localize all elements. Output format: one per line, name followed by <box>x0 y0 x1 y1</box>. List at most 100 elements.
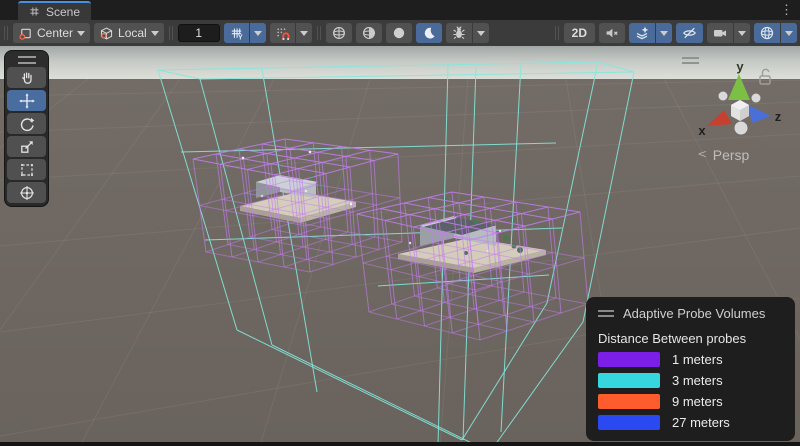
panel-subtitle: Distance Between probes <box>598 331 783 346</box>
grid-axis-icon: Y <box>229 26 244 41</box>
camera-icon <box>712 25 728 41</box>
gizmo-x-label: x <box>698 123 706 138</box>
tab-label: Scene <box>46 5 80 19</box>
effects-button[interactable] <box>629 23 655 43</box>
gizmo-z-axis-cone[interactable] <box>748 105 771 123</box>
tool-move[interactable] <box>7 90 46 111</box>
filled-circle-icon <box>391 25 407 41</box>
legend-row: 1 meters <box>598 352 783 367</box>
toolbar-drag-handle[interactable] <box>4 26 8 40</box>
pivot-mode-button[interactable]: Center <box>13 23 90 43</box>
camera-dropdown[interactable] <box>734 23 750 43</box>
persp-label: Persp <box>713 147 750 163</box>
legend-label: 9 meters <box>672 394 723 409</box>
sky <box>0 46 800 80</box>
legend-row: 3 meters <box>598 373 783 388</box>
legend-rows: 1 meters 3 meters 9 meters 27 meters <box>598 352 783 430</box>
toolbar-group-handle[interactable] <box>555 26 559 40</box>
debug-bug-dropdown[interactable] <box>473 23 489 43</box>
2d-label: 2D <box>572 26 587 40</box>
orientation-gizmo[interactable]: y x z <box>690 60 800 156</box>
panel-title: Adaptive Probe Volumes <box>623 306 765 321</box>
svg-text:Y: Y <box>238 34 243 40</box>
chevron-down-icon <box>738 31 746 36</box>
snap-settings-button[interactable] <box>270 23 295 43</box>
panel-header: Adaptive Probe Volumes <box>598 306 783 321</box>
orientation-gizmo-button[interactable] <box>754 23 780 43</box>
window-bottom-edge <box>0 442 800 446</box>
toolbar-group-handle[interactable] <box>169 26 173 40</box>
grid-visibility-dropdown[interactable] <box>250 23 266 43</box>
legend-label: 1 meters <box>672 352 723 367</box>
gizmo-arm <box>735 122 748 135</box>
effects-dropdown[interactable] <box>656 23 672 43</box>
tool-transform[interactable] <box>7 182 46 203</box>
tool-rotate[interactable] <box>7 113 46 134</box>
gizmo-arm <box>752 94 761 103</box>
cube-icon <box>99 26 114 41</box>
bug-icon <box>451 25 467 41</box>
globe-half-icon <box>361 25 377 41</box>
tab-bar: Scene ⋮ <box>0 0 800 20</box>
grid-visibility-button[interactable]: Y <box>224 23 249 43</box>
toolbar-group-handle[interactable] <box>317 26 321 40</box>
orientation-gizmo-dropdown[interactable] <box>781 23 797 43</box>
legend-swatch <box>598 352 660 367</box>
snap-magnet-icon <box>275 26 290 41</box>
unity-scene-window: Scene ⋮ Center Local <box>0 0 800 446</box>
tool-hand[interactable] <box>7 67 46 88</box>
legend-label: 27 meters <box>672 415 730 430</box>
legend-row: 9 meters <box>598 394 783 409</box>
effects-layers-icon <box>634 25 650 41</box>
scene-viewport[interactable]: y x z < Persp <box>0 46 800 446</box>
orientation-button[interactable]: Local <box>94 23 164 43</box>
moon-toggle-button[interactable] <box>416 23 442 43</box>
snap-settings-dropdown[interactable] <box>296 23 312 43</box>
chevron-down-icon <box>477 31 485 36</box>
grid-size-input[interactable] <box>178 24 220 42</box>
scene-toolbar: Center Local Y <box>0 20 800 46</box>
transform-icon <box>19 185 35 201</box>
gizmo-arm <box>719 92 728 101</box>
gizmo-x-axis-cone[interactable] <box>707 110 732 126</box>
legend-label: 3 meters <box>672 373 723 388</box>
chevron-down-icon <box>785 31 793 36</box>
tool-rect[interactable] <box>7 159 46 180</box>
legend-swatch <box>598 373 660 388</box>
debug-bug-button[interactable] <box>446 23 472 43</box>
projection-mode[interactable]: < Persp <box>698 146 749 163</box>
chevron-down-icon <box>300 31 308 36</box>
2d-mode-button[interactable]: 2D <box>564 23 595 43</box>
tool-scale[interactable] <box>7 136 46 157</box>
eye-slash-icon <box>681 25 698 41</box>
gizmo-y-axis-cone[interactable] <box>728 74 750 100</box>
nav-sphere-icon <box>759 25 775 41</box>
chevron-down-icon <box>660 31 668 36</box>
lock-open-icon[interactable] <box>760 69 770 84</box>
moon-icon <box>421 25 437 41</box>
gizmo-y-label: y <box>736 60 744 74</box>
rotate-icon <box>19 116 35 132</box>
tools-overlay <box>4 50 49 207</box>
speaker-muted-icon <box>604 25 620 41</box>
circle-toggle-button[interactable] <box>386 23 412 43</box>
orientation-label: Local <box>118 26 147 40</box>
scene-visibility-button[interactable] <box>676 23 703 43</box>
window-menu-icon[interactable]: ⋮ <box>780 2 793 17</box>
persp-arrow-icon: < <box>698 148 707 162</box>
chevron-down-icon <box>254 31 262 36</box>
legend-swatch <box>598 394 660 409</box>
move-icon <box>19 93 35 109</box>
chevron-down-icon <box>77 31 85 36</box>
globe-wire-icon <box>331 25 347 41</box>
camera-button[interactable] <box>707 23 733 43</box>
half-sphere-button[interactable] <box>356 23 382 43</box>
audio-mute-button[interactable] <box>599 23 625 43</box>
probe-volumes-panel[interactable]: Adaptive Probe Volumes Distance Between … <box>586 297 795 441</box>
tab-scene[interactable]: Scene <box>18 1 91 20</box>
panel-drag-handle[interactable] <box>598 310 614 317</box>
palette-drag-handle[interactable] <box>18 56 36 64</box>
wire-sphere-button[interactable] <box>326 23 352 43</box>
rect-tool-icon <box>19 162 35 178</box>
pivot-label: Center <box>37 26 73 40</box>
